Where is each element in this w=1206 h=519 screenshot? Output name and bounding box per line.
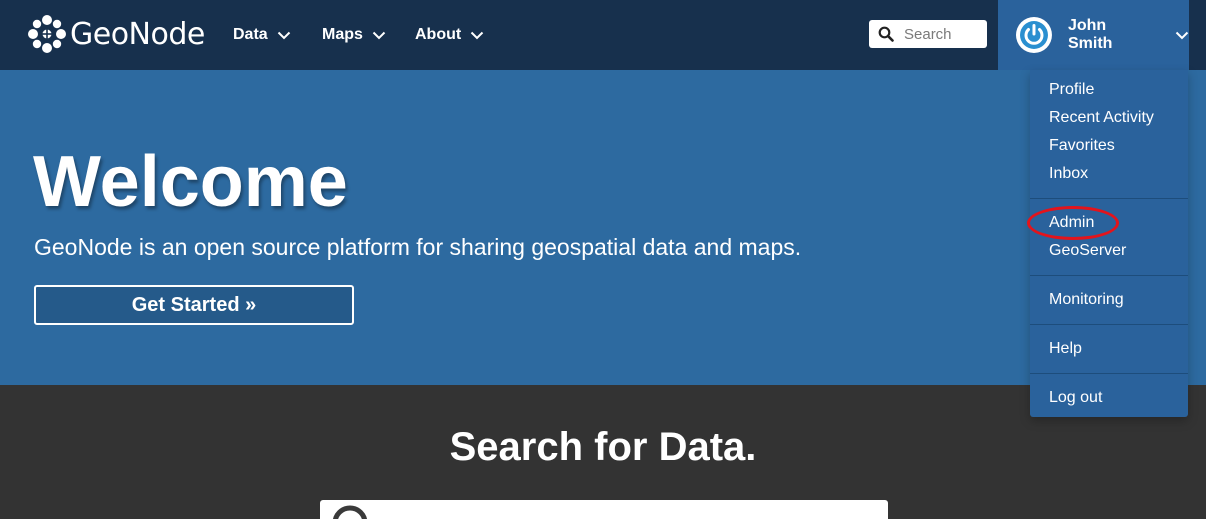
hero-subtitle: GeoNode is an open source platform for s… [34,234,802,260]
power-icon [1015,17,1052,53]
search-section-title: Search for Data. [449,425,757,469]
hero-title: Welcome [33,142,348,222]
chevron-down-icon [470,31,484,39]
menu-item-help[interactable]: Help [1049,339,1082,359]
menu-item-admin[interactable]: Admin [1049,213,1094,233]
top-navbar: GeoNode Data Maps About John Smith [0,0,1206,70]
chevron-down-icon [372,31,386,39]
menu-item-favorites[interactable]: Favorites [1049,136,1115,156]
nav-data-menu[interactable]: Data [233,0,291,70]
chevron-down-icon [1175,31,1189,39]
search-icon [878,26,894,42]
geonode-flower-icon [28,15,66,53]
nav-about-label: About [415,26,462,43]
user-dropdown-menu: Profile Recent Activity Favorites Inbox … [1030,70,1188,417]
nav-about-menu[interactable]: About [415,0,484,70]
search-input[interactable] [904,25,984,43]
main-search-bar[interactable] [320,500,888,519]
menu-item-monitoring[interactable]: Monitoring [1049,290,1124,310]
nav-maps-label: Maps [322,26,363,43]
brand-logo[interactable]: GeoNode [26,12,205,56]
chevron-down-icon [277,31,290,39]
menu-item-geoserver[interactable]: GeoServer [1049,241,1126,261]
nav-data-label: Data [233,26,268,43]
brand-name: GeoNode [70,16,205,52]
get-started-button[interactable]: Get Started » [34,285,354,325]
menu-divider [1030,198,1188,199]
menu-item-recent-activity[interactable]: Recent Activity [1049,108,1154,128]
navbar-search[interactable] [869,20,987,48]
menu-item-profile[interactable]: Profile [1049,80,1094,100]
menu-divider [1030,324,1188,325]
menu-item-inbox[interactable]: Inbox [1049,164,1088,184]
menu-divider [1030,275,1188,276]
hero-section: Welcome GeoNode is an open source platfo… [0,70,1206,385]
search-icon [332,505,368,519]
menu-divider [1030,373,1188,374]
user-name: John Smith [1067,17,1113,52]
nav-maps-menu[interactable]: Maps [322,0,386,70]
user-menu-toggle[interactable]: John Smith [998,0,1189,70]
menu-item-log-out[interactable]: Log out [1049,388,1102,408]
